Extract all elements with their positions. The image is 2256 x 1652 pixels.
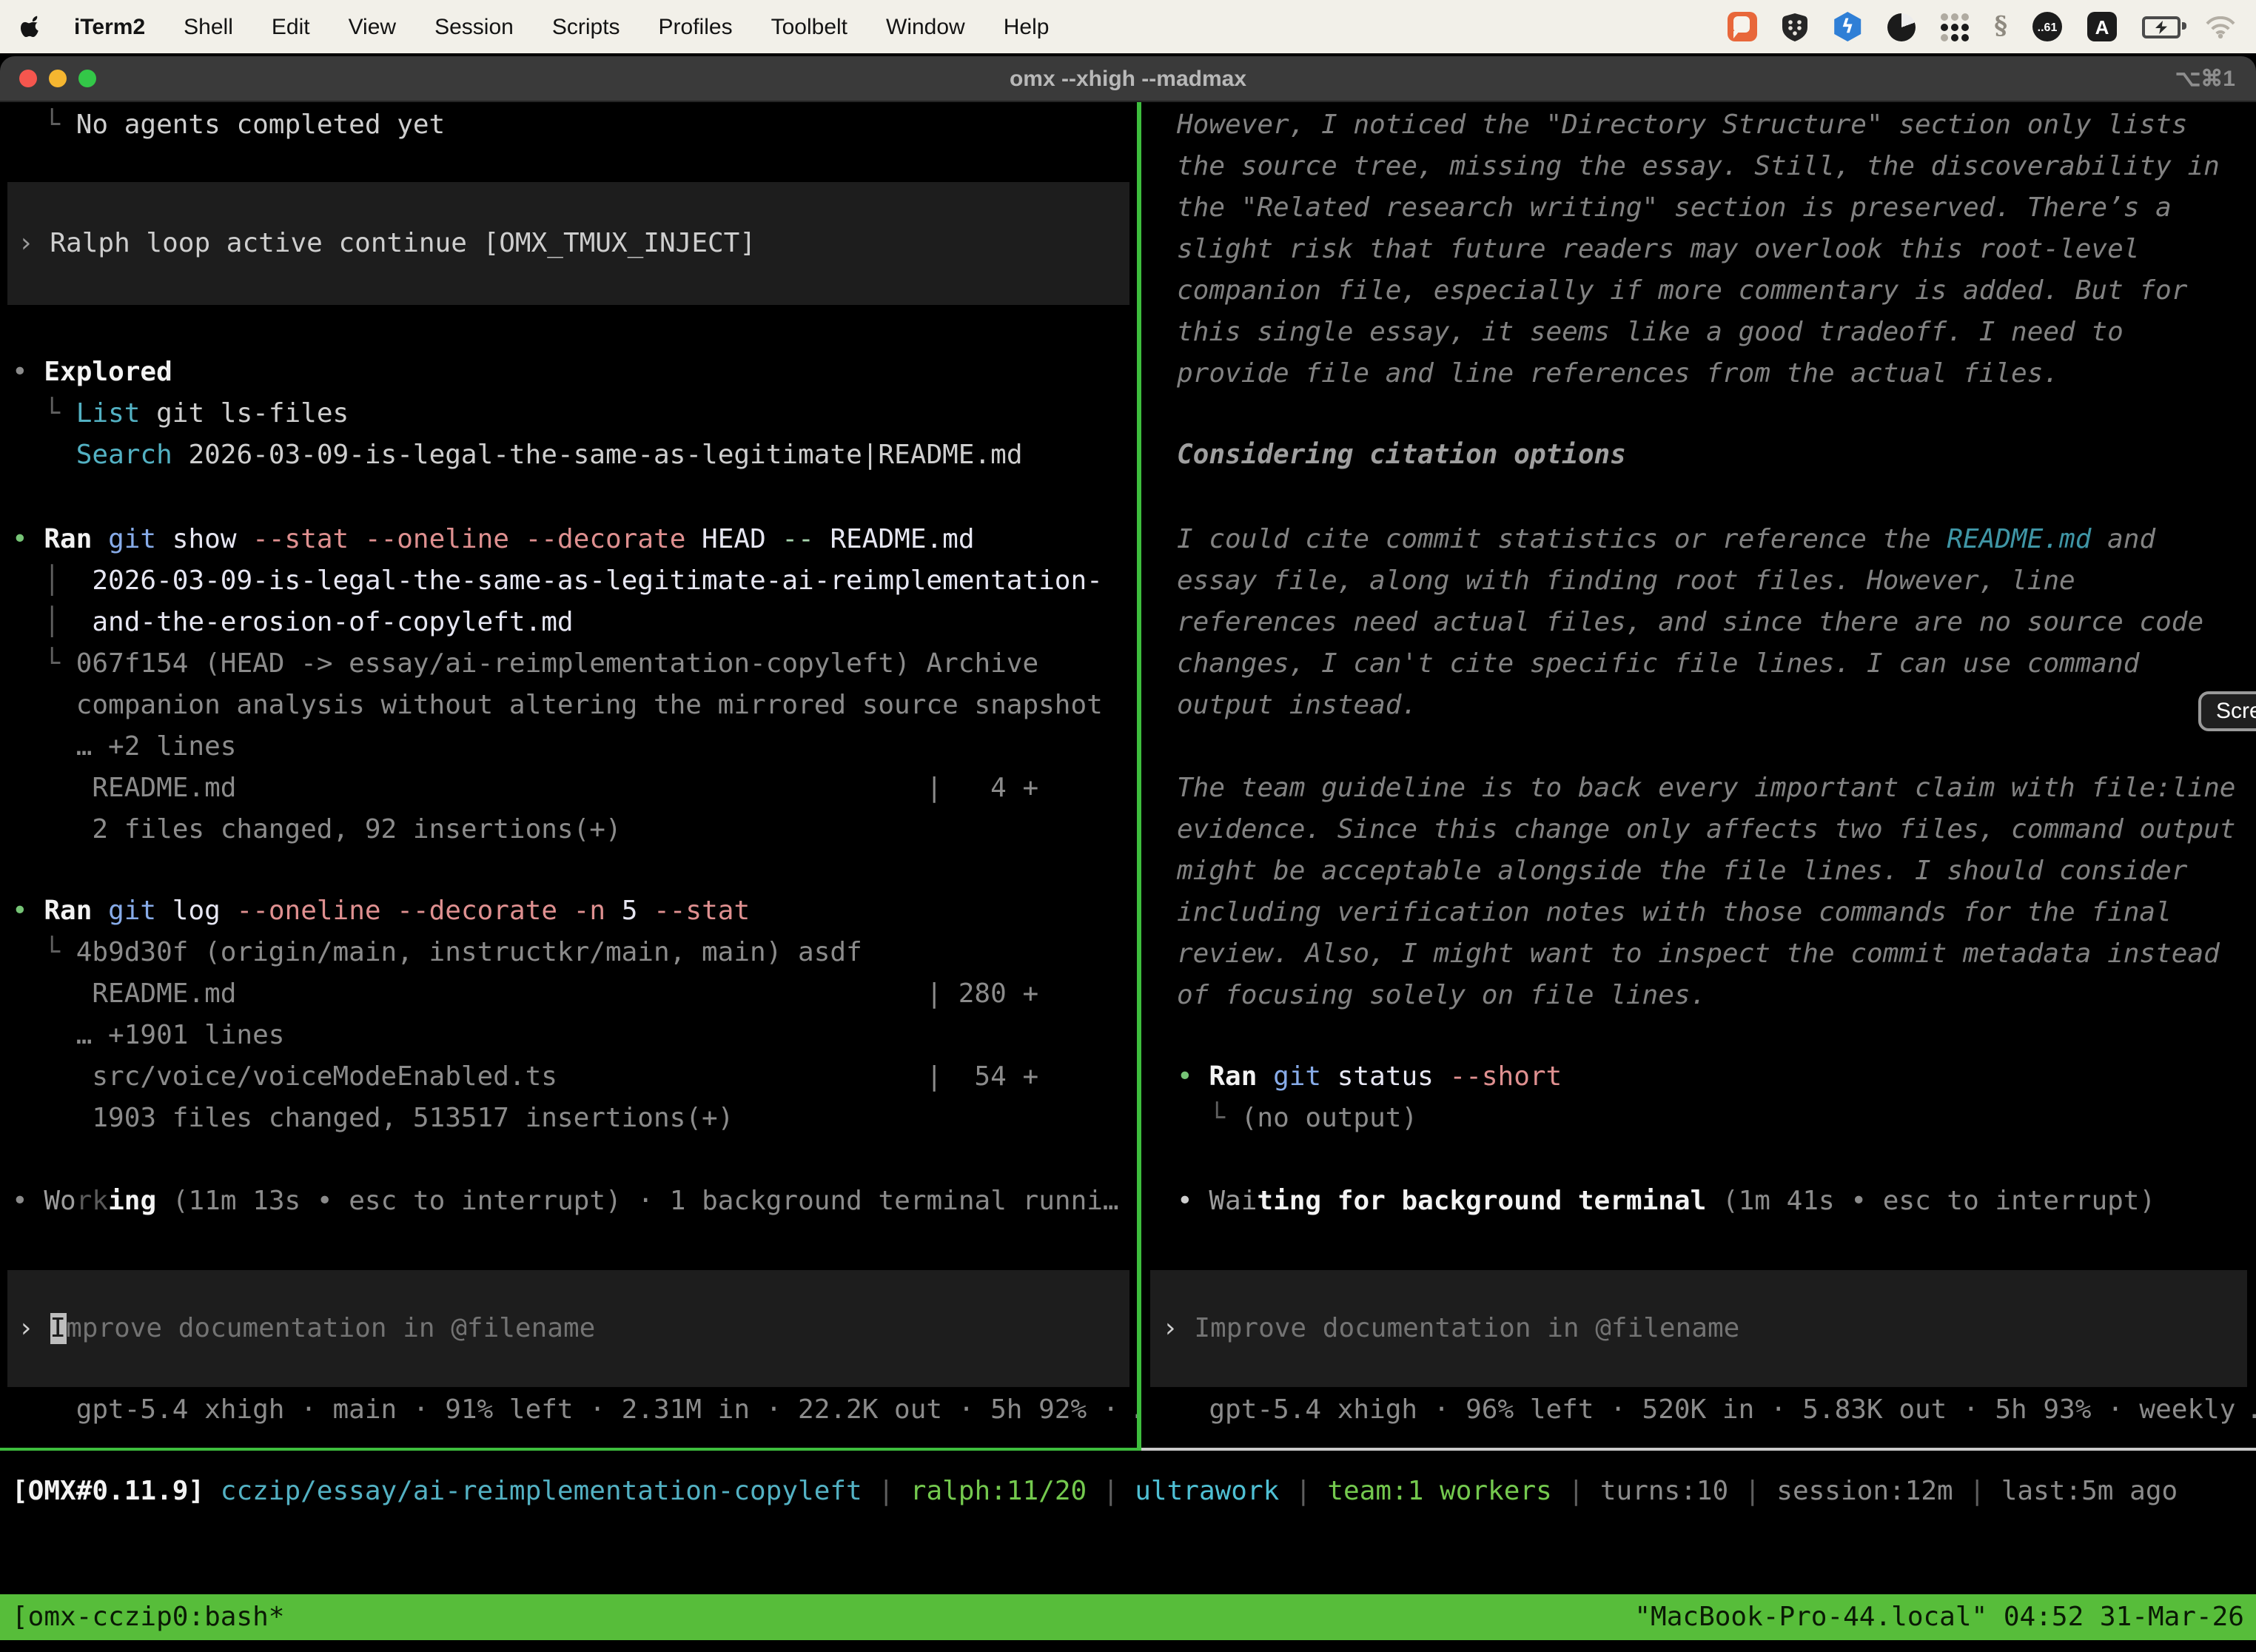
screen-record-indicator-icon[interactable] (1728, 12, 1757, 41)
reasoning-paragraph-line: changes, I can't cite specific file line… (1141, 644, 2256, 685)
tmux-host-time: "MacBook-Pro-44.local" 04:52 31-Mar-26 (1634, 1602, 2244, 1633)
git-log-output-1: └ 4b9d30f (origin/main, instructkr/main,… (0, 933, 1137, 974)
a-key-label: A (2095, 16, 2109, 38)
git-log-output-more: … +1901 lines (0, 1015, 1137, 1057)
ralph-banner-text: › Ralph loop active continue [OMX_TMUX_I… (18, 223, 756, 264)
no-agents-line: └ No agents completed yet (0, 105, 1137, 147)
wifi-icon[interactable] (2206, 16, 2235, 38)
terminal-window: omx --xhigh --madmax ⌥⌘1 └ No agents com… (0, 56, 2256, 1652)
git-show-arg-wrap-1: │ 2026-03-09-is-legal-the-same-as-legiti… (0, 561, 1137, 602)
right-prompt-input[interactable]: › Improve documentation in @filename (1150, 1270, 2247, 1387)
reasoning-paragraph-line: The team guideline is to back every impo… (1141, 768, 2256, 810)
git-show-output-more: … +2 lines (0, 727, 1137, 768)
git-show-output-1: └ 067f154 (HEAD -> essay/ai-reimplementa… (0, 644, 1137, 685)
explored-header: • Explored (0, 352, 1137, 394)
menu-item-scripts[interactable]: Scripts (552, 14, 620, 39)
menu-items: iTerm2 Shell Edit View Session Scripts Profile… (74, 14, 1049, 39)
apple-menu-icon[interactable] (21, 13, 44, 40)
menu-item-toolbelt[interactable]: Toolbelt (771, 14, 847, 39)
reasoning-paragraph-line: However, I noticed the "Directory Struct… (1141, 105, 2256, 147)
reasoning-paragraph-line: provide file and line references from th… (1141, 354, 2256, 395)
reasoning-paragraph-line: the source tree, missing the essay. Stil… (1141, 147, 2256, 188)
reasoning-paragraph-line: references need actual files, and since … (1141, 602, 2256, 644)
battery-icon[interactable] (2142, 16, 2181, 38)
waiting-status-line: • Waiting for background terminal (1m 41… (1141, 1181, 2256, 1223)
explored-search-line: Search 2026-03-09-is-legal-the-same-as-l… (0, 435, 1137, 477)
left-prompt-input[interactable]: › Improve documentation in @filename (7, 1270, 1129, 1387)
reasoning-paragraph-line: the "Related research writing" section i… (1141, 188, 2256, 229)
git-log-stat-summary: 1903 files changed, 513517 insertions(+) (0, 1098, 1137, 1140)
git-log-stat-readme: README.md | 280 + (0, 974, 1137, 1015)
right-model-status-line: gpt-5.4 xhigh · 96% left · 520K in · 5.8… (1141, 1390, 2256, 1431)
ran-git-log-line: • Ran git log --oneline --decorate -n 5 … (0, 891, 1137, 933)
left-pane: └ No agents completed yet › Ralph loop a… (0, 102, 1137, 1451)
reasoning-paragraph-line: might be acceptable alongside the file l… (1141, 851, 2256, 893)
reasoning-paragraph-line: output instead. (1141, 685, 2256, 727)
menu-item-profiles[interactable]: Profiles (659, 14, 733, 39)
menu-bar-status: ϟ § ..61 A (1728, 12, 2235, 41)
reasoning-paragraph-line: I could cite commit statistics or refere… (1141, 520, 2256, 561)
menu-item-session[interactable]: Session (434, 14, 514, 39)
right-pane: However, I noticed the "Directory Struct… (1141, 102, 2256, 1451)
reasoning-paragraph-line: evidence. Since this change only affects… (1141, 810, 2256, 851)
window-title: omx --xhigh --madmax (0, 66, 2256, 91)
reasoning-paragraph-line: essay file, along with finding root file… (1141, 561, 2256, 602)
window-shortcut-badge: ⌥⌘1 (2175, 65, 2235, 92)
menu-item-help[interactable]: Help (1004, 14, 1050, 39)
dots-grid-icon[interactable] (1941, 13, 1969, 41)
menu-bar: iTerm2 Shell Edit View Session Scripts Profile… (0, 0, 2256, 53)
git-show-output-2: companion analysis without altering the … (0, 685, 1137, 727)
left-model-status-line: gpt-5.4 xhigh · main · 91% left · 2.31M … (0, 1390, 1137, 1431)
ran-git-status-line: • Ran git status --short (1141, 1057, 2256, 1098)
shield-grid-icon[interactable] (1782, 13, 1807, 41)
pie-chart-icon[interactable] (1887, 13, 1916, 41)
hexagon-bolt-icon[interactable]: ϟ (1833, 12, 1862, 41)
reasoning-paragraph-line: this single essay, it seems like a good … (1141, 312, 2256, 354)
explored-list-line: └ List git ls-files (0, 394, 1137, 435)
a-key-icon[interactable]: A (2087, 12, 2117, 41)
ralph-banner: › Ralph loop active continue [OMX_TMUX_I… (7, 182, 1129, 305)
tmux-session-label: [omx-cczip0:bash* (12, 1602, 284, 1633)
squiggle-icon[interactable]: § (1994, 12, 2007, 41)
menu-item-iterm2[interactable]: iTerm2 (74, 14, 145, 39)
badge-61-label: ..61 (2038, 20, 2058, 33)
reasoning-paragraph-line: companion file, especially if more comme… (1141, 271, 2256, 312)
menu-item-edit[interactable]: Edit (272, 14, 310, 39)
tmux-status-bar: [omx-cczip0:bash* "MacBook-Pro-44.local"… (0, 1594, 2256, 1640)
git-log-stat-voice: src/voice/voiceModeEnabled.ts | 54 + (0, 1057, 1137, 1098)
menu-item-view[interactable]: View (349, 14, 397, 39)
omx-status-bar: [OMX#0.11.9] cczip/essay/ai-reimplementa… (12, 1471, 2178, 1513)
terminal-content: └ No agents completed yet › Ralph loop a… (0, 102, 2256, 1652)
git-show-stat-readme: README.md | 4 + (0, 768, 1137, 810)
menu-item-window[interactable]: Window (886, 14, 965, 39)
reasoning-paragraph-line: slight risk that future readers may over… (1141, 229, 2256, 271)
git-show-arg-wrap-2: │ and-the-erosion-of-copyleft.md (0, 602, 1137, 644)
badge-61-icon[interactable]: ..61 (2032, 12, 2062, 41)
title-bar[interactable]: omx --xhigh --madmax ⌥⌘1 (0, 56, 2256, 102)
left-prompt-text: › Improve documentation in @filename (18, 1308, 595, 1349)
working-status-line: • Working (11m 13s • esc to interrupt) ·… (0, 1181, 1137, 1223)
ran-git-show-line: • Ran git show --stat --oneline --decora… (0, 520, 1137, 561)
menu-item-shell[interactable]: Shell (184, 14, 233, 39)
git-show-stat-summary: 2 files changed, 92 insertions(+) (0, 810, 1137, 851)
screen-share-pill[interactable]: Scre (2198, 691, 2256, 731)
record-bubble-icon (1733, 16, 1750, 33)
screen-share-pill-label: Scre (2216, 699, 2256, 724)
screen: iTerm2 Shell Edit View Session Scripts Profile… (0, 0, 2256, 1652)
right-prompt-text: › Improve documentation in @filename (1162, 1308, 1739, 1349)
reasoning-paragraph-line: of focusing solely on file lines. (1141, 976, 2256, 1017)
git-status-no-output: └ (no output) (1141, 1098, 2256, 1140)
reasoning-heading: Considering citation options (1141, 435, 2256, 477)
reasoning-paragraph-line: review. Also, I might want to inspect th… (1141, 934, 2256, 976)
reasoning-paragraph-line: including verification notes with those … (1141, 893, 2256, 934)
